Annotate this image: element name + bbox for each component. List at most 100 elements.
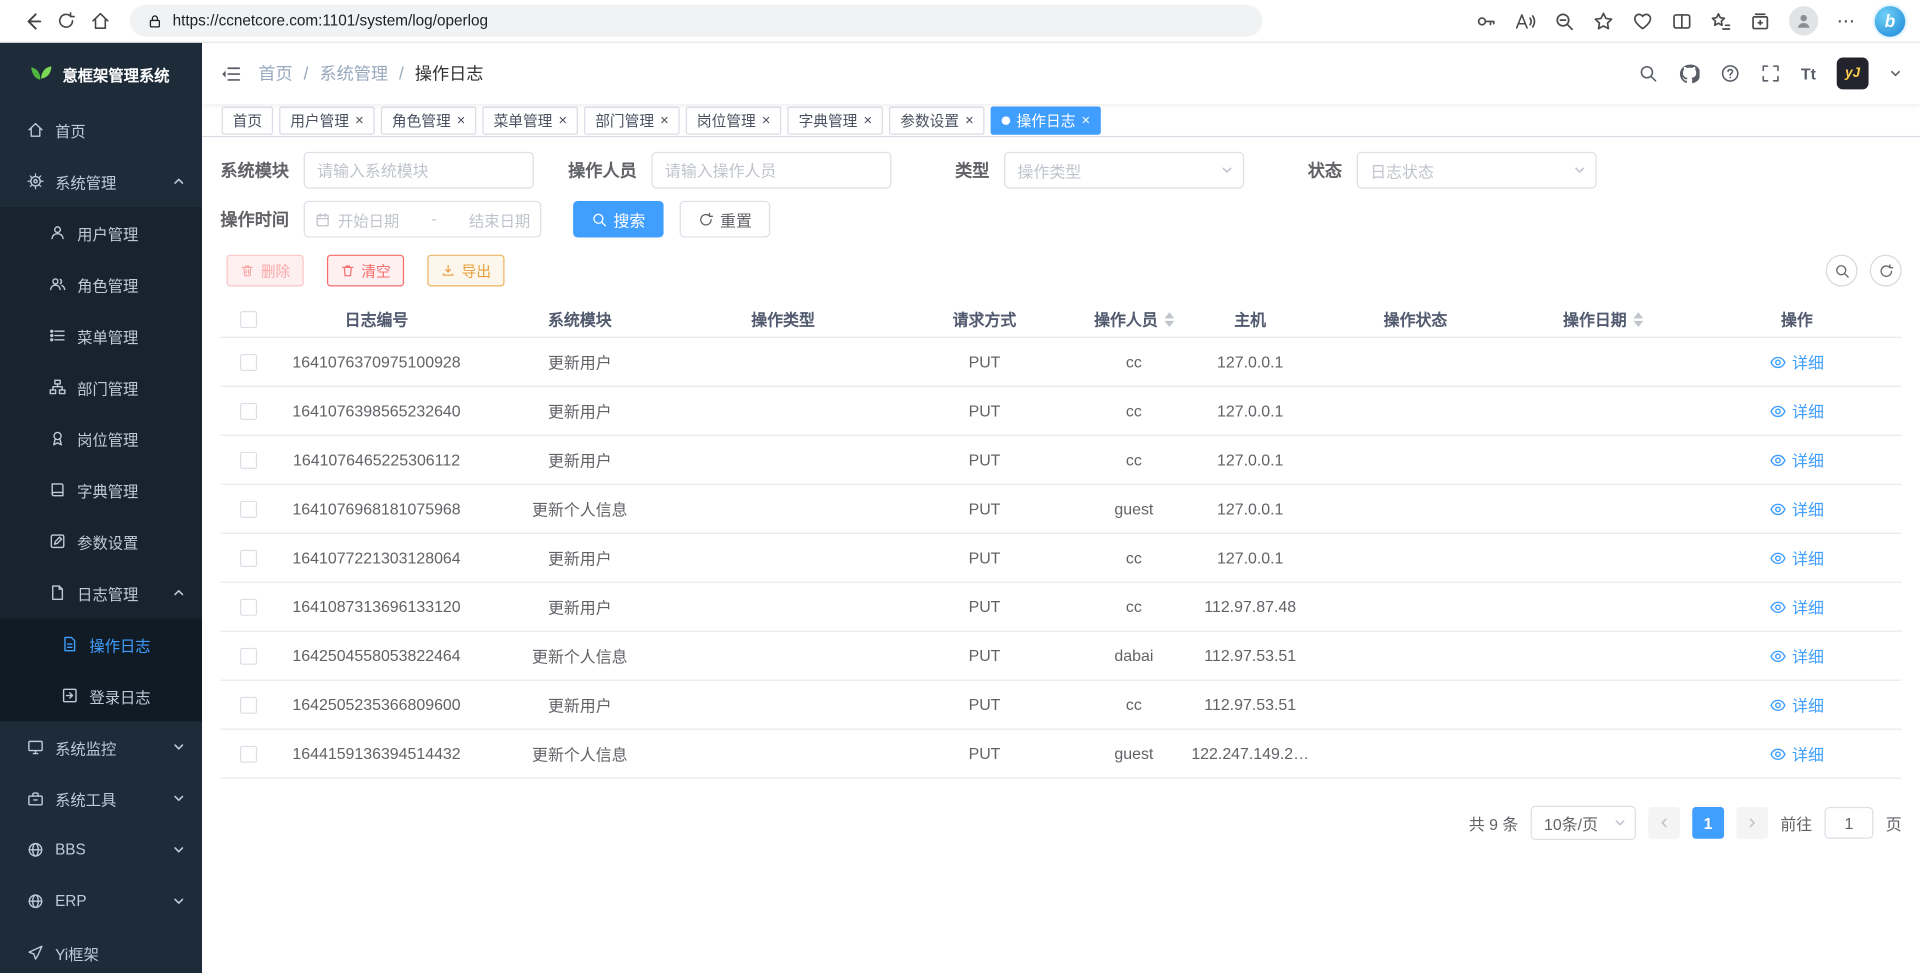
breadcrumb-item[interactable]: 首页 <box>258 61 292 85</box>
table-row[interactable]: 1641076968181075968 更新个人信息 PUT guest 127… <box>220 485 1901 534</box>
row-checkbox[interactable] <box>239 353 256 370</box>
row-checkbox[interactable] <box>239 696 256 713</box>
refresh-button[interactable] <box>49 5 83 37</box>
reset-button[interactable]: 重置 <box>680 201 771 238</box>
tab-close-icon[interactable]: × <box>1082 113 1091 128</box>
sidebar-item-yi-framework[interactable]: Yi框架 <box>0 927 202 973</box>
sidebar-item-post-mgmt[interactable]: 岗位管理 <box>0 413 202 464</box>
operator-input[interactable] <box>651 152 891 189</box>
split-screen-icon[interactable] <box>1671 10 1692 31</box>
sidebar-item-param-settings[interactable]: 参数设置 <box>0 516 202 567</box>
next-page-button[interactable] <box>1736 807 1768 839</box>
col-date[interactable]: 操作日期 <box>1513 307 1692 330</box>
detail-link[interactable]: 详细 <box>1770 448 1824 471</box>
app-logo[interactable]: 意框架管理系统 <box>0 43 202 104</box>
sidebar-item-oper-log[interactable]: 操作日志 <box>0 618 202 669</box>
detail-link[interactable]: 详细 <box>1770 595 1824 618</box>
prev-page-button[interactable] <box>1648 807 1680 839</box>
sidebar-item-log-mgmt[interactable]: 日志管理 <box>0 567 202 618</box>
select-all-checkbox[interactable] <box>239 310 256 327</box>
sort-icon[interactable] <box>1164 312 1174 327</box>
sidebar-item-system-mgmt[interactable]: 系统管理 <box>0 156 202 207</box>
table-row[interactable]: 1642504558053822464 更新个人信息 PUT dabai 112… <box>220 632 1901 681</box>
refresh-table-icon[interactable] <box>1870 255 1902 287</box>
chevron-down-icon[interactable] <box>1889 67 1901 79</box>
tab-role-mgmt[interactable]: 角色管理× <box>381 106 477 134</box>
breadcrumb-item[interactable]: 系统管理 <box>319 61 388 85</box>
row-checkbox[interactable] <box>239 647 256 664</box>
zoom-out-icon[interactable] <box>1554 10 1575 31</box>
tab-dict-mgmt[interactable]: 字典管理× <box>788 106 884 134</box>
sidebar-item-erp[interactable]: ERP <box>0 876 202 927</box>
home-button[interactable] <box>83 5 117 37</box>
tab-user-mgmt[interactable]: 用户管理× <box>279 106 375 134</box>
more-menu-icon[interactable]: ⋯ <box>1837 10 1857 32</box>
detail-link[interactable]: 详细 <box>1770 546 1824 569</box>
browser-profile-avatar[interactable] <box>1789 6 1818 35</box>
sidebar-item-home[interactable]: 首页 <box>0 104 202 155</box>
date-range-picker[interactable]: 开始日期 - 结束日期 <box>304 201 542 238</box>
sidebar-item-user-mgmt[interactable]: 用户管理 <box>0 207 202 258</box>
row-checkbox[interactable] <box>239 451 256 468</box>
sidebar-item-menu-mgmt[interactable]: 菜单管理 <box>0 310 202 361</box>
sidebar-item-monitor[interactable]: 系统监控 <box>0 721 202 772</box>
tab-menu-mgmt[interactable]: 菜单管理× <box>483 106 579 134</box>
detail-link[interactable]: 详细 <box>1770 693 1824 716</box>
address-bar[interactable]: https://ccnetcore.com:1101/system/log/op… <box>130 5 1263 37</box>
row-checkbox[interactable] <box>239 598 256 615</box>
sidebar-item-dept-mgmt[interactable]: 部门管理 <box>0 361 202 412</box>
module-input[interactable] <box>304 152 534 189</box>
fullscreen-icon[interactable] <box>1760 64 1780 84</box>
sidebar-item-bbs[interactable]: BBS <box>0 824 202 875</box>
detail-link[interactable]: 详细 <box>1770 350 1824 373</box>
status-select[interactable]: 日志状态 <box>1357 152 1597 189</box>
tab-close-icon[interactable]: × <box>965 113 974 128</box>
detail-link[interactable]: 详细 <box>1770 399 1824 422</box>
github-icon[interactable] <box>1678 63 1699 84</box>
search-icon[interactable] <box>1638 64 1658 84</box>
goto-page-input[interactable] <box>1824 807 1873 839</box>
tab-close-icon[interactable]: × <box>762 113 771 128</box>
row-checkbox[interactable] <box>239 549 256 566</box>
favorites-icon[interactable] <box>1711 10 1732 31</box>
table-row[interactable]: 1642505235366809600 更新用户 PUT cc 112.97.5… <box>220 681 1901 730</box>
row-checkbox[interactable] <box>239 402 256 419</box>
table-row[interactable]: 1641076370975100928 更新用户 PUT cc 127.0.0.… <box>220 338 1901 387</box>
tab-close-icon[interactable]: × <box>863 113 872 128</box>
bing-icon[interactable]: b <box>1875 6 1906 37</box>
collections-icon[interactable] <box>1750 10 1771 31</box>
back-button[interactable] <box>15 5 49 37</box>
tab-home[interactable]: 首页 <box>222 106 273 134</box>
table-row[interactable]: 1641077221303128064 更新用户 PUT cc 127.0.0.… <box>220 534 1901 583</box>
export-button[interactable]: 导出 <box>427 255 504 287</box>
sidebar-item-dict-mgmt[interactable]: 字典管理 <box>0 464 202 515</box>
sidebar-item-login-log[interactable]: 登录日志 <box>0 670 202 721</box>
sidebar-toggle-icon[interactable] <box>220 63 241 84</box>
table-row[interactable]: 1641076398565232640 更新用户 PUT cc 127.0.0.… <box>220 387 1901 436</box>
row-checkbox[interactable] <box>239 745 256 762</box>
detail-link[interactable]: 详细 <box>1770 497 1824 520</box>
tab-param-settings[interactable]: 参数设置× <box>889 106 985 134</box>
sidebar-item-tools[interactable]: 系统工具 <box>0 773 202 824</box>
table-row[interactable]: 1641087313696133120 更新用户 PUT cc 112.97.8… <box>220 583 1901 632</box>
user-avatar[interactable]: yJ <box>1837 58 1869 90</box>
tab-close-icon[interactable]: × <box>660 113 669 128</box>
table-row[interactable]: 1644159136394514432 更新个人信息 PUT guest 122… <box>220 730 1901 779</box>
sort-icon[interactable] <box>1633 312 1643 327</box>
table-row[interactable]: 1641076465225306112 更新用户 PUT cc 127.0.0.… <box>220 436 1901 485</box>
type-select[interactable]: 操作类型 <box>1004 152 1244 189</box>
tab-dept-mgmt[interactable]: 部门管理× <box>584 106 680 134</box>
sidebar-item-role-mgmt[interactable]: 角色管理 <box>0 258 202 309</box>
detail-link[interactable]: 详细 <box>1770 742 1824 765</box>
tab-oper-log[interactable]: 操作日志× <box>991 106 1101 134</box>
lock-icon[interactable] <box>147 13 163 29</box>
help-icon[interactable] <box>1720 64 1740 84</box>
browser-essentials-icon[interactable] <box>1632 10 1653 31</box>
font-size-icon[interactable]: Tt <box>1801 64 1816 82</box>
page-size-select[interactable]: 10条/页 <box>1531 806 1636 840</box>
tab-close-icon[interactable]: × <box>355 113 364 128</box>
tab-close-icon[interactable]: × <box>558 113 567 128</box>
add-favorite-icon[interactable] <box>1593 10 1614 31</box>
show-search-icon[interactable] <box>1826 255 1858 287</box>
clear-button[interactable]: 清空 <box>327 255 404 287</box>
